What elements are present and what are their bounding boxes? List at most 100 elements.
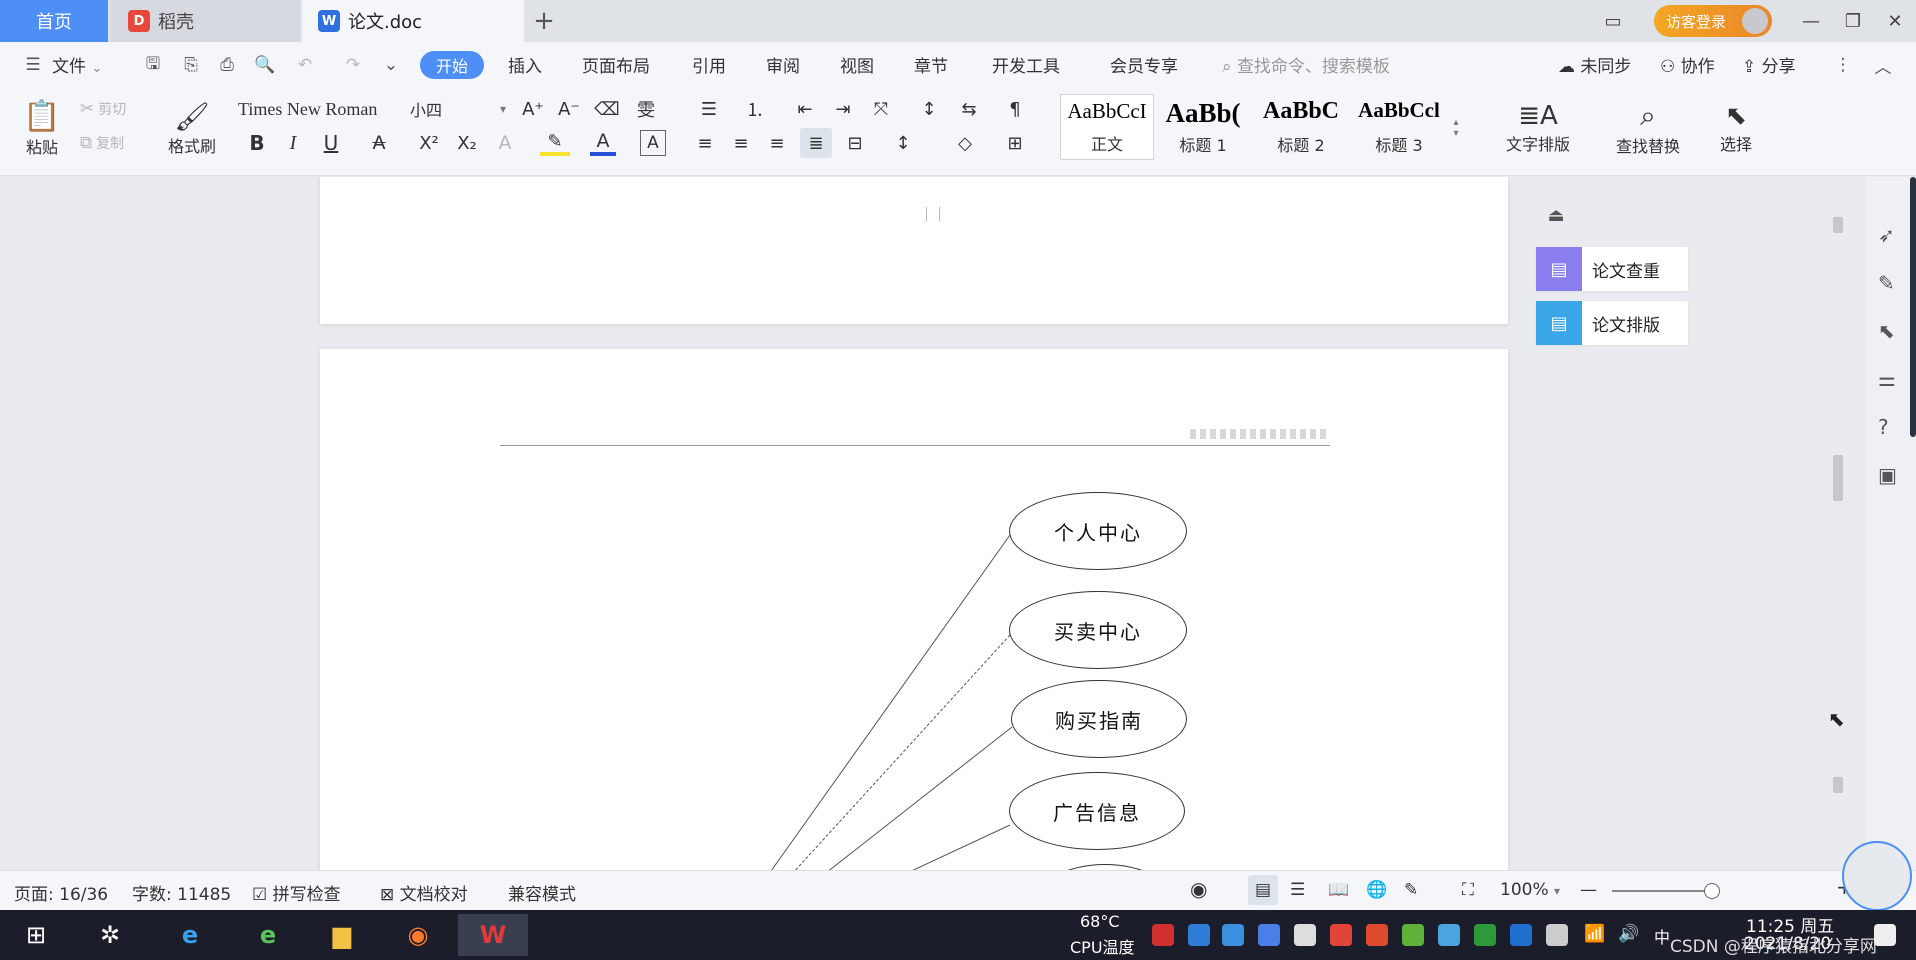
collapse-ribbon-icon[interactable]: ︿ bbox=[1872, 54, 1894, 78]
tab-references[interactable]: 引用 bbox=[692, 52, 726, 77]
windows-start-icon[interactable]: ⊞ bbox=[14, 914, 58, 956]
subscript-icon[interactable]: X₂ bbox=[452, 130, 482, 156]
tray-app-1-icon[interactable] bbox=[1152, 924, 1174, 946]
vertical-scrollbar[interactable] bbox=[1832, 187, 1844, 867]
distribute-icon[interactable]: ⊟ bbox=[842, 130, 868, 156]
word-count[interactable]: 字数: 11485 bbox=[132, 880, 231, 905]
style-normal[interactable]: AaBbCcI 正文 bbox=[1060, 94, 1154, 160]
tab-document[interactable]: W 论文.doc bbox=[302, 0, 524, 42]
fit-page-icon[interactable]: ⛶ bbox=[1462, 880, 1474, 900]
tab-developer[interactable]: 开发工具 bbox=[992, 52, 1060, 77]
font-color-icon[interactable]: A bbox=[590, 130, 616, 156]
increase-indent-icon[interactable]: ⇥ bbox=[830, 96, 856, 122]
document-page[interactable]: 个人中心 买卖中心 购买指南 广告信息 bbox=[320, 349, 1508, 870]
file-explorer-icon[interactable]: ▆ bbox=[320, 914, 364, 956]
close-icon[interactable]: ✕ bbox=[1878, 6, 1912, 36]
scroll-down-icon[interactable] bbox=[1833, 777, 1843, 793]
read-view-icon[interactable]: 📖 bbox=[1328, 880, 1349, 900]
more-icon[interactable]: ⋮ bbox=[1832, 54, 1854, 76]
app-360-icon[interactable]: ✲ bbox=[88, 914, 132, 956]
notification-bell-icon[interactable] bbox=[1294, 924, 1316, 946]
new-tab-button[interactable]: + bbox=[526, 0, 562, 42]
shrink-font-icon[interactable]: A⁻ bbox=[556, 96, 582, 122]
tab-start[interactable]: 开始 bbox=[420, 51, 484, 79]
chinese-layout-icon[interactable]: ⤧ bbox=[866, 96, 896, 122]
document-workspace[interactable]: 个人中心 买卖中心 购买指南 广告信息 ⏏ ▤ 论文查重 ▤ 论文排版 ➶ ✎ … bbox=[0, 177, 1916, 870]
rocket-icon[interactable]: ➶ bbox=[1878, 223, 1895, 247]
proofread-button[interactable]: ⊠ 文档校对 bbox=[380, 880, 468, 905]
underline-icon[interactable]: U bbox=[316, 130, 346, 156]
shading-icon[interactable]: ◇ bbox=[950, 130, 980, 156]
eye-protection-icon[interactable]: ◉ bbox=[1190, 877, 1207, 901]
bluetooth-icon[interactable] bbox=[1510, 924, 1532, 946]
style-heading-3[interactable]: AaBbCcl 标题 3 bbox=[1352, 94, 1446, 160]
tab-home[interactable]: 首页 bbox=[0, 0, 108, 42]
italic-icon[interactable]: I bbox=[280, 130, 306, 156]
scrollbar-thumb[interactable] bbox=[1833, 455, 1843, 501]
share-button[interactable]: ⇪ 分享 bbox=[1742, 52, 1796, 77]
hamburger-menu-icon[interactable]: ☰ bbox=[22, 54, 44, 76]
collapse-panel-icon[interactable]: ⏏ bbox=[1544, 203, 1568, 227]
media-app-icon[interactable]: ◉ bbox=[396, 914, 440, 956]
numbered-list-icon[interactable]: ⒈ bbox=[740, 96, 770, 122]
tab-member[interactable]: 会员专享 bbox=[1110, 52, 1178, 77]
pen-icon[interactable]: ✎ bbox=[1878, 271, 1895, 295]
phonetic-guide-icon[interactable]: 雯 bbox=[630, 96, 662, 122]
find-replace-button[interactable]: ⌕ 查找替换 bbox=[1600, 92, 1696, 164]
zoom-out-icon[interactable]: — bbox=[1580, 880, 1597, 900]
scroll-up-icon[interactable] bbox=[1833, 217, 1843, 233]
bold-icon[interactable]: B bbox=[244, 130, 270, 156]
volume-icon[interactable]: 🔊 bbox=[1618, 924, 1640, 946]
output-icon[interactable]: ⎘ bbox=[180, 54, 202, 76]
print-icon[interactable]: ⎙ bbox=[216, 54, 238, 76]
borders-icon[interactable]: ⊞ bbox=[1000, 130, 1030, 156]
char-border-icon[interactable]: A bbox=[640, 130, 666, 156]
print-preview-icon[interactable]: 🔍 bbox=[254, 54, 276, 76]
assistant-avatar[interactable] bbox=[1842, 841, 1912, 911]
battery-icon[interactable] bbox=[1546, 924, 1568, 946]
redo-icon[interactable]: ↷ bbox=[342, 54, 364, 76]
tab-view[interactable]: 视图 bbox=[840, 52, 874, 77]
undo-icon[interactable]: ↶ bbox=[294, 54, 316, 76]
paste-button[interactable]: 📋 粘贴 bbox=[14, 92, 70, 164]
align-left-icon[interactable]: ≡ bbox=[692, 130, 718, 156]
tray-app-7-icon[interactable] bbox=[1438, 924, 1460, 946]
command-search[interactable]: ⌕ 查找命令、搜索模板 bbox=[1222, 52, 1390, 77]
action-center-icon[interactable] bbox=[1874, 924, 1896, 946]
grow-font-icon[interactable]: A⁺ bbox=[520, 96, 546, 122]
decrease-indent-icon[interactable]: ⇤ bbox=[792, 96, 818, 122]
thesis-check-button[interactable]: ▤ 论文查重 bbox=[1536, 247, 1688, 291]
line-spacing-icon[interactable]: ↕ bbox=[888, 130, 918, 156]
highlight-icon[interactable]: ✎ bbox=[540, 130, 570, 156]
document-page-previous[interactable] bbox=[320, 177, 1508, 324]
help-icon[interactable]: ? bbox=[1878, 415, 1889, 439]
adjust-icon[interactable]: ⚌ bbox=[1878, 367, 1896, 391]
ime-indicator[interactable]: 中 bbox=[1654, 924, 1670, 948]
restore-icon[interactable]: ❐ bbox=[1836, 6, 1870, 36]
tray-app-6-icon[interactable] bbox=[1402, 924, 1424, 946]
format-painter-button[interactable]: 🖌 格式刷 bbox=[162, 92, 222, 164]
nvidia-icon[interactable] bbox=[1474, 924, 1496, 946]
customize-dropdown-icon[interactable]: ⌄ bbox=[380, 54, 402, 76]
tab-insert[interactable]: 插入 bbox=[508, 52, 542, 77]
tab-chapter[interactable]: 章节 bbox=[914, 52, 948, 77]
copy-button[interactable]: ⧉ 复制 bbox=[80, 130, 124, 156]
tray-app-2-icon[interactable] bbox=[1188, 924, 1210, 946]
bullet-list-icon[interactable]: ☰ bbox=[694, 96, 724, 122]
tray-app-3-icon[interactable] bbox=[1222, 924, 1244, 946]
save-icon[interactable]: 🖫 bbox=[142, 54, 164, 76]
select-button[interactable]: ⬉ 选择 bbox=[1706, 92, 1766, 164]
write-view-icon[interactable]: ✎ bbox=[1404, 880, 1418, 900]
justify-icon[interactable]: ≣ bbox=[800, 128, 832, 158]
page-view-icon[interactable]: ▤ bbox=[1248, 875, 1278, 905]
strikethrough-icon[interactable]: A bbox=[364, 130, 394, 156]
superscript-icon[interactable]: X² bbox=[414, 130, 444, 156]
style-gallery-scroll-icon[interactable]: ▴ ▾ bbox=[1448, 98, 1464, 158]
style-heading-2[interactable]: AaBbC 标题 2 bbox=[1254, 94, 1348, 160]
align-right-icon[interactable]: ≡ bbox=[764, 130, 790, 156]
text-effect-icon[interactable]: A bbox=[492, 130, 518, 156]
wifi-icon[interactable]: 📶 bbox=[1584, 924, 1606, 946]
tab-review[interactable]: 审阅 bbox=[766, 52, 800, 77]
browser-360-icon[interactable]: e bbox=[246, 914, 290, 956]
align-center-icon[interactable]: ≡ bbox=[728, 130, 754, 156]
